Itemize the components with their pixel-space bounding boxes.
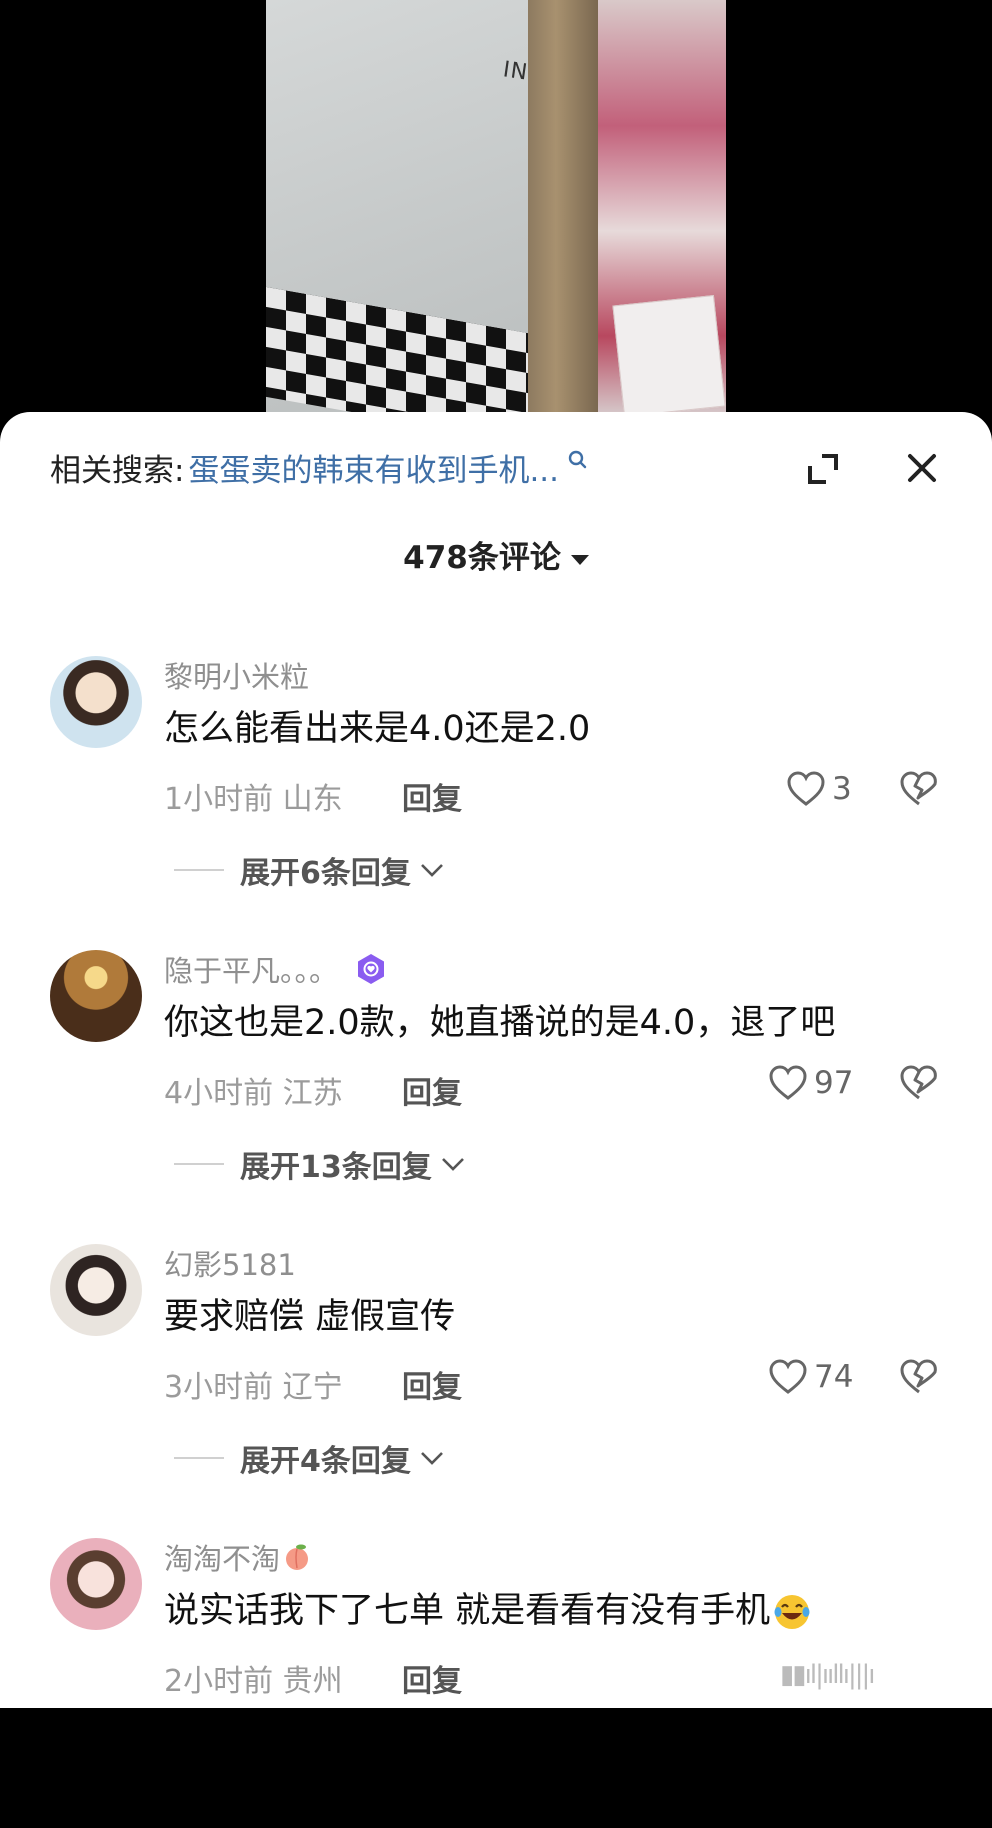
- comment-username[interactable]: 黎明小米粒: [164, 654, 309, 696]
- like-button[interactable]: 3: [786, 770, 852, 808]
- broken-heart-icon[interactable]: [899, 770, 939, 808]
- divider-line: [174, 1457, 224, 1459]
- related-search[interactable]: 相关搜索: 蛋蛋卖的韩束有收到手机...: [50, 442, 587, 492]
- checker-pattern: [266, 286, 528, 420]
- comment-item: 隐于平凡。。。 你这也是2.0款，她直播说的是4.0，退了吧 4小时前 江苏 回…: [0, 950, 992, 1240]
- reply-button[interactable]: 回复: [402, 774, 462, 818]
- product-box: [612, 294, 726, 418]
- comment-time-location: 3小时前 辽宁: [164, 1370, 343, 1405]
- reply-button[interactable]: 回复: [402, 1362, 462, 1406]
- reply-button[interactable]: 回复: [402, 1656, 462, 1700]
- heart-icon: [787, 771, 825, 806]
- peach-emoji-icon: [286, 1544, 309, 1570]
- avatar[interactable]: [50, 950, 142, 1042]
- avatar[interactable]: [50, 656, 142, 748]
- package-contents: [598, 0, 726, 420]
- heart-icon: [769, 1359, 807, 1394]
- like-count: 3: [832, 771, 852, 807]
- expand-replies-button[interactable]: 展开13条回复: [174, 1142, 466, 1186]
- comment-count-label: 478条评论: [403, 540, 561, 576]
- broken-heart-icon[interactable]: [899, 1064, 939, 1102]
- related-search-label: 相关搜索:: [50, 452, 185, 489]
- divider-line: [174, 869, 224, 871]
- fullscreen-icon[interactable]: [806, 452, 840, 486]
- comment-text: 要求赔偿 虚假宣传: [164, 1297, 456, 1337]
- broken-heart-icon[interactable]: [899, 1358, 939, 1396]
- like-count: 97: [814, 1065, 854, 1101]
- laughing-tears-emoji-icon: [774, 1595, 810, 1629]
- cardboard-edge: [528, 0, 598, 420]
- comment-count-selector[interactable]: 478条评论: [0, 532, 992, 577]
- chevron-down-icon: [420, 1452, 443, 1465]
- comment-item: 幻影5181 要求赔偿 虚假宣传 3小时前 辽宁 回复 74 展开4条回复: [0, 1244, 992, 1534]
- comment-time-location: 2小时前 贵州: [164, 1664, 343, 1699]
- comment-sheet: 相关搜索: 蛋蛋卖的韩束有收到手机... 478条评论 黎明小米粒 怎么能看出来…: [0, 412, 992, 1708]
- divider-line: [174, 1163, 224, 1165]
- package-lid: INS: [266, 0, 544, 420]
- caret-down-icon: [570, 554, 589, 565]
- reply-button[interactable]: 回复: [402, 1068, 462, 1112]
- chevron-down-icon: [420, 864, 443, 877]
- video-player[interactable]: INS: [266, 0, 726, 420]
- comment-username[interactable]: 淘淘不淘: [164, 1536, 312, 1578]
- chevron-down-icon: [441, 1158, 464, 1171]
- comment-text: 说实话我下了七单 就是看看有没有手机: [164, 1582, 812, 1633]
- search-icon[interactable]: [567, 448, 587, 474]
- watermark: ▮▮ıl|ııllı|||ı: [780, 1660, 875, 1690]
- comment-time-location: 4小时前 江苏: [164, 1076, 343, 1111]
- heart-icon: [769, 1065, 807, 1100]
- comment-username[interactable]: 隐于平凡。。。: [164, 948, 388, 990]
- comment-text: 怎么能看出来是4.0还是2.0: [164, 709, 591, 749]
- avatar[interactable]: [50, 1244, 142, 1336]
- like-button[interactable]: 74: [768, 1358, 853, 1396]
- related-search-link[interactable]: 蛋蛋卖的韩束有收到手机...: [188, 445, 559, 490]
- verified-badge-icon: [358, 954, 385, 984]
- expand-replies-button[interactable]: 展开6条回复: [174, 848, 445, 892]
- comment-time-location: 1小时前 山东: [164, 782, 343, 817]
- close-icon[interactable]: [906, 452, 938, 484]
- expand-replies-button[interactable]: 展开4条回复: [174, 1436, 445, 1480]
- avatar[interactable]: [50, 1538, 142, 1630]
- comment-username[interactable]: 幻影5181: [164, 1242, 296, 1284]
- comment-text: 你这也是2.0款，她直播说的是4.0，退了吧: [164, 1003, 836, 1043]
- like-button[interactable]: 97: [768, 1064, 853, 1102]
- like-count: 74: [814, 1359, 854, 1395]
- comment-item: 黎明小米粒 怎么能看出来是4.0还是2.0 1小时前 山东 回复 3 展开6条回…: [0, 656, 992, 946]
